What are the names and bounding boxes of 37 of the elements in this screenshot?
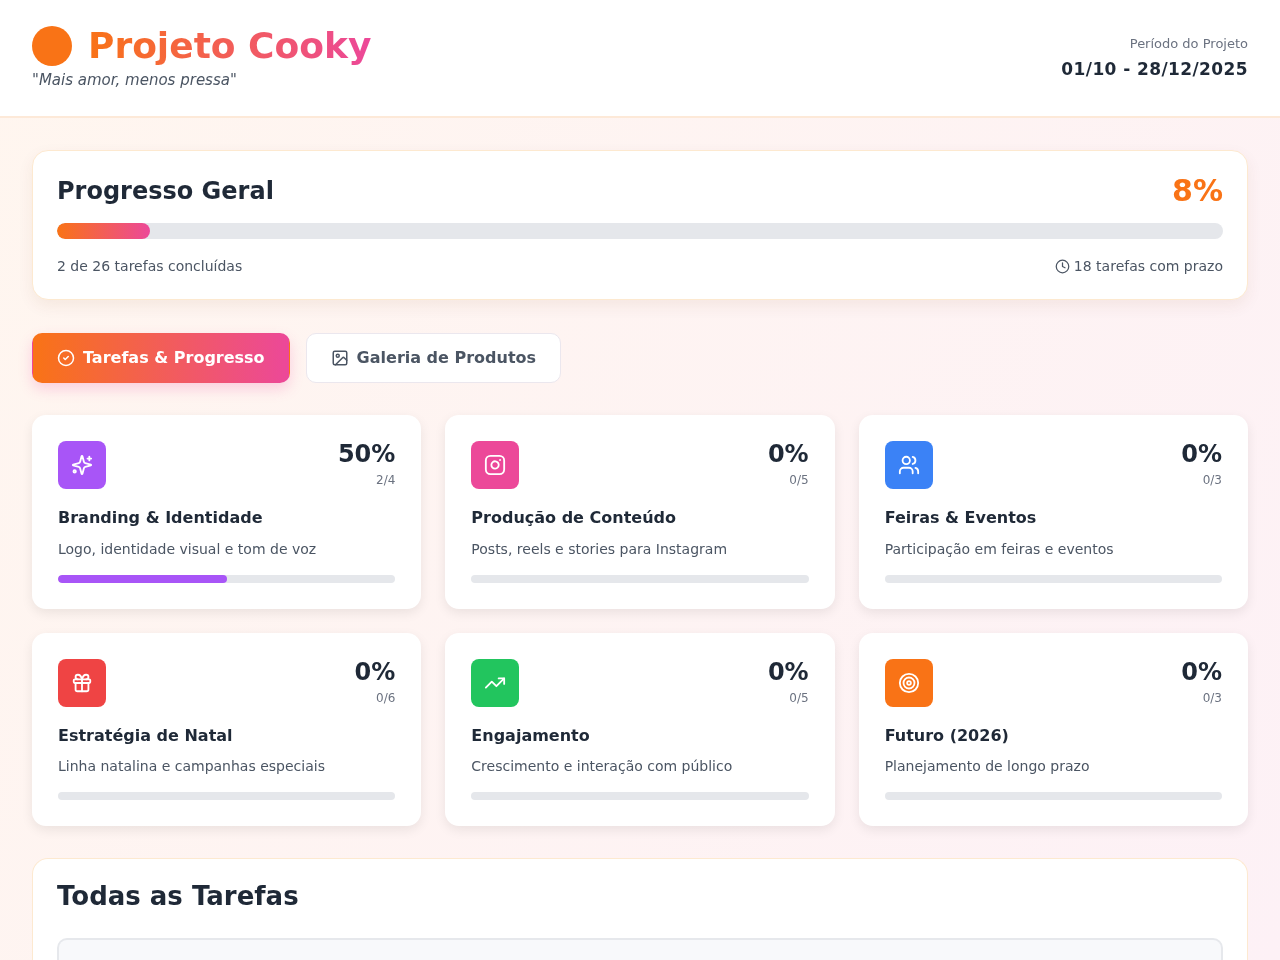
tab[interactable]: Galeria de Produtos [305, 333, 562, 383]
category-description: Logo, identidade visual e tom de voz [58, 539, 318, 559]
completed-count: 2 de 26 tarefas concluídas [57, 257, 243, 276]
period-label: Período do Projeto [1128, 35, 1248, 53]
clock-icon [1054, 259, 1070, 274]
category-description: Linha natalina e campanhas especiais [58, 757, 326, 777]
logo-icon [32, 25, 72, 66]
category-title: Branding & Identidade [58, 508, 264, 528]
category-percent: 50% [337, 441, 396, 468]
category-task-count: 2/4 [375, 472, 396, 490]
category-task-count: 0/6 [375, 689, 396, 707]
period-dates: 01/10 - 28/12/2025 [1061, 57, 1248, 81]
category-title: Engajamento [471, 725, 591, 746]
category-title: Estratégia de Natal [58, 725, 234, 746]
category-percent: 0% [767, 658, 809, 685]
check-circle-icon [57, 349, 75, 367]
category-title: Produção de Conteúdo [471, 508, 677, 528]
category-description: Participação em feiras e eventos [884, 539, 1115, 559]
category-task-count: 0/3 [1201, 472, 1222, 490]
image-icon [330, 349, 349, 367]
category-percent: 0% [354, 658, 396, 685]
section-title: Progresso Geral [57, 176, 274, 206]
category-task-count: 0/5 [788, 472, 809, 490]
section-title: Todas as Tarefas [57, 881, 300, 913]
category-task-count: 0/3 [1201, 689, 1222, 707]
category-percent: 0% [767, 441, 809, 468]
category-percent: 0% [1181, 658, 1222, 685]
overall-percent: 8% [1172, 173, 1223, 209]
category-description: Crescimento e interação com público [471, 757, 734, 777]
category-title: Futuro (2026) [884, 725, 1010, 746]
tagline: "Mais amor, menos pressa" [32, 70, 238, 92]
category-percent: 0% [1181, 441, 1222, 468]
category-task-count: 0/5 [788, 689, 809, 707]
category-description: Posts, reels e stories para Instagram [471, 539, 728, 559]
category-title: Feiras & Eventos [884, 508, 1038, 528]
category-description: Planejamento de longo prazo [884, 757, 1091, 777]
deadline-count: 18 tarefas com prazo [1073, 257, 1223, 276]
